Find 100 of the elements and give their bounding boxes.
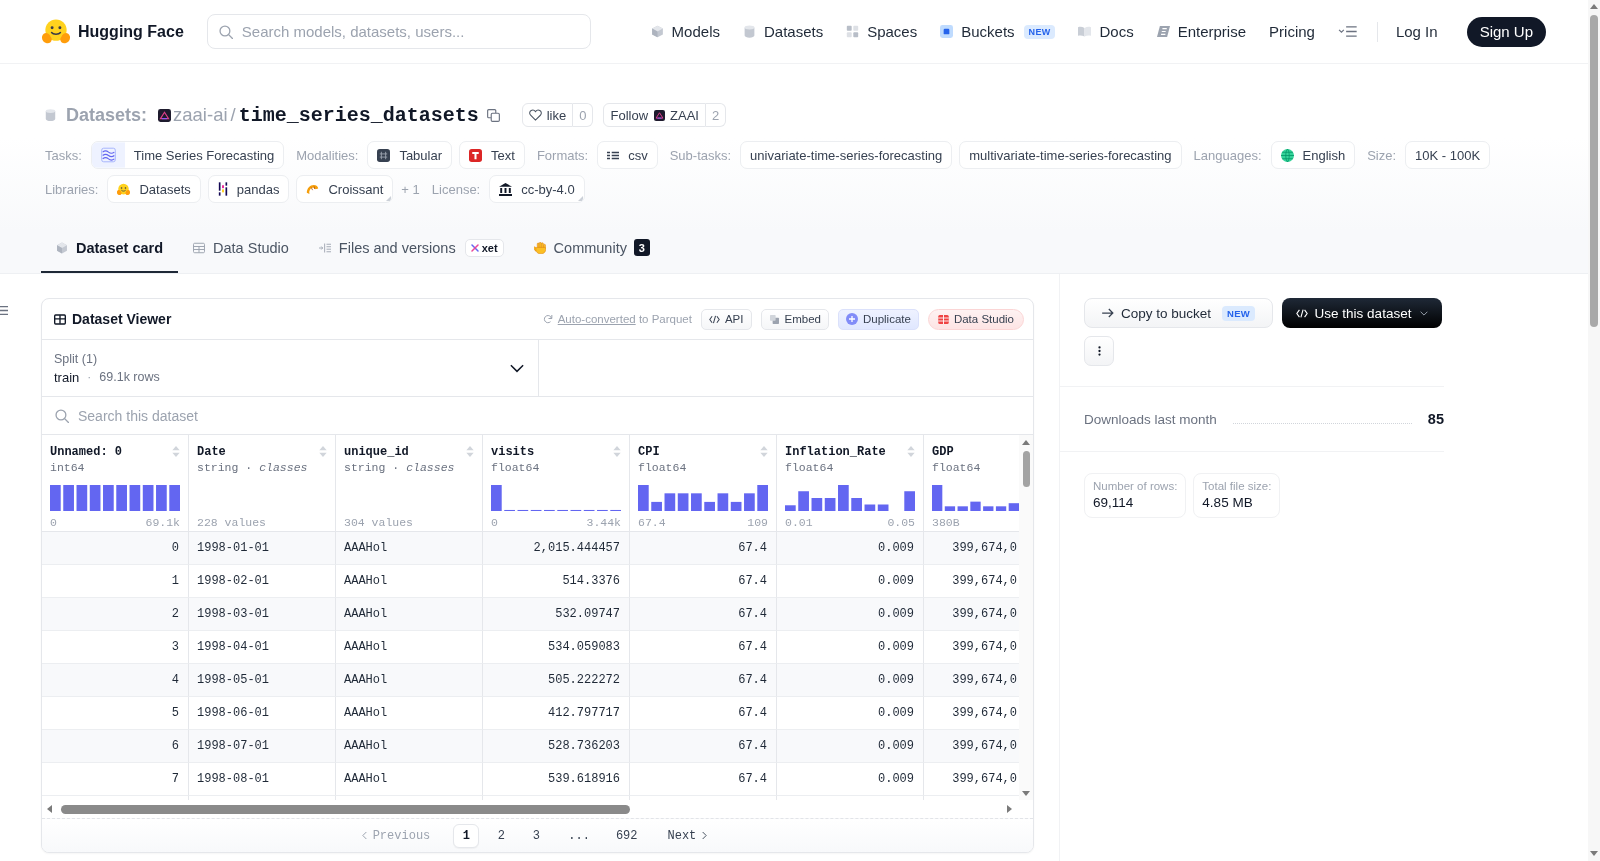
nav-link[interactable]: Pricing — [1269, 23, 1315, 40]
next-page-button[interactable]: Next — [661, 823, 714, 848]
bars-icon — [217, 182, 228, 196]
new-badge: NEW — [1222, 305, 1256, 321]
table-cell: 0.009 — [777, 532, 924, 565]
table-cell: 0 — [42, 532, 189, 565]
scroll-left-arrow-icon[interactable] — [47, 805, 52, 813]
page-button[interactable]: 3 — [523, 823, 550, 848]
table-cell: 1998-08-01 — [189, 763, 336, 796]
follow-button[interactable]: Follow ZAAI — [603, 103, 706, 127]
table-cell: 539.618916 — [483, 763, 630, 796]
tag-chip[interactable]: multivariate-time-series-forecasting — [959, 141, 1182, 169]
scrollbar-thumb[interactable] — [61, 804, 630, 814]
building-icon — [499, 182, 513, 196]
search-field[interactable]: Search models, datasets, users... — [206, 14, 591, 49]
tag-chip[interactable]: 10K - 100K — [1405, 141, 1491, 169]
scroll-down-arrow-icon[interactable] — [1022, 791, 1030, 796]
copy-icon[interactable] — [486, 108, 500, 122]
nav-link[interactable]: Models — [650, 23, 720, 40]
page-button[interactable]: 692 — [608, 823, 645, 848]
table-cell: 0.009 — [777, 730, 924, 763]
chevron-left-icon — [361, 831, 367, 840]
tag-chip[interactable]: Tabular — [367, 141, 453, 169]
nav-link[interactable]: Spaces — [846, 23, 918, 40]
column-type: float64 — [932, 460, 982, 475]
table-cell: 2 — [42, 598, 189, 631]
column-name: Inflation_Rate — [785, 444, 886, 459]
log-in-link[interactable]: Log In — [1395, 23, 1438, 40]
column-type: int64 — [50, 460, 86, 475]
action-button[interactable]: Embed — [760, 308, 829, 330]
repo-name-link[interactable]: time_series_datasets — [238, 103, 479, 127]
chevron-down-icon — [510, 363, 524, 373]
downloads-value: 85 — [1427, 411, 1444, 427]
table-cell: 1998-05-01 — [189, 664, 336, 697]
tag-group-label: Modalities: — [296, 147, 359, 163]
table-cell: 1998-07-01 — [189, 730, 336, 763]
copy-to-bucket-button[interactable]: Copy to bucket NEW — [1084, 298, 1273, 328]
table-cell: 399,674,0 — [924, 532, 1019, 565]
sign-up-button[interactable]: Sign Up — [1466, 16, 1546, 47]
split-dropdown[interactable]: Split (1) train · 69.1k rows — [42, 340, 539, 396]
column-header[interactable]: Inflation_Rate float64 0.01 0.05 — [777, 435, 924, 532]
range-max: 69.1k — [145, 515, 180, 529]
tag-chip[interactable]: pandas — [207, 175, 290, 203]
scroll-down-arrow-icon[interactable] — [1590, 851, 1598, 856]
page-button[interactable]: 2 — [488, 823, 515, 848]
tag-chip[interactable]: Text — [459, 141, 525, 169]
tag-chip[interactable]: Datasets — [107, 175, 201, 203]
dataset-search-field[interactable]: Search this dataset — [42, 397, 1033, 435]
range-min: 380B — [932, 515, 960, 529]
tag-group-label: Size: — [1367, 147, 1397, 163]
action-button[interactable]: API — [700, 308, 752, 330]
range-min: 67.4 — [638, 515, 666, 529]
column-header[interactable]: Unnamed: 0 int64 0 69.1k — [42, 435, 189, 532]
tag-chip[interactable]: Time Series Forecasting — [90, 141, 285, 169]
tab[interactable]: Community 3 — [518, 224, 665, 273]
tag-chip[interactable]: univariate-time-series-forecasting — [740, 141, 953, 169]
menu-icon[interactable] — [0, 306, 8, 315]
tag-chip[interactable]: cc-by-4.0 — [489, 175, 585, 203]
action-button[interactable]: Duplicate — [837, 308, 919, 330]
avatar-icon — [654, 109, 666, 121]
heart-icon — [528, 109, 542, 121]
scroll-up-arrow-icon[interactable] — [1022, 440, 1030, 445]
column-type: string · classes — [197, 460, 309, 475]
scroll-up-arrow-icon[interactable] — [1590, 4, 1598, 9]
table-cell: 532.09747 — [483, 598, 630, 631]
search-icon — [218, 25, 233, 39]
page-button[interactable]: 1 — [453, 823, 480, 848]
tag-chip[interactable]: csv — [597, 141, 658, 169]
tag-chip[interactable]: English — [1270, 141, 1356, 169]
x-mark-icon — [470, 243, 479, 252]
table-cell: 67.4 — [630, 730, 777, 763]
nav-link[interactable]: Docs — [1078, 23, 1134, 40]
slanted-tile-icon — [1156, 25, 1170, 38]
scrollbar-thumb[interactable] — [1022, 451, 1030, 487]
scrollbar-thumb[interactable] — [1590, 15, 1598, 327]
list-arrow-icon — [318, 241, 331, 254]
action-button[interactable]: Data Studio — [927, 308, 1024, 330]
stacked-squares-icon — [768, 314, 780, 324]
database-icon — [45, 108, 56, 122]
downloads-label: Downloads last month — [1084, 411, 1217, 427]
book-icon — [1078, 25, 1092, 38]
column-type: string · classes — [344, 460, 456, 475]
scroll-right-arrow-icon[interactable] — [1007, 805, 1012, 813]
home-link[interactable]: Hugging Face — [42, 19, 184, 44]
tag-chip[interactable]: Croissant — [296, 175, 394, 203]
nav-link[interactable]: Buckets NEW — [940, 23, 1056, 40]
table-cell: 6 — [42, 730, 189, 763]
nav-link[interactable]: Datasets — [742, 23, 824, 40]
tab[interactable]: Files and versions xet — [303, 224, 519, 273]
like-button[interactable]: like — [521, 103, 574, 127]
menu-icon[interactable] — [1337, 26, 1357, 37]
nav-link[interactable]: Enterprise — [1156, 23, 1247, 40]
tab[interactable]: Data Studio — [178, 224, 304, 273]
tab[interactable]: Dataset card — [41, 224, 179, 273]
value-count: 304 values — [344, 515, 413, 529]
table-cell: AAAHol — [336, 730, 483, 763]
square-icon — [940, 25, 954, 38]
table-cell: 2,015.444457 — [483, 532, 630, 565]
column-header[interactable]: CPI float64 67.4 109 — [630, 435, 777, 532]
use-dataset-button[interactable]: Use this dataset — [1282, 298, 1442, 328]
